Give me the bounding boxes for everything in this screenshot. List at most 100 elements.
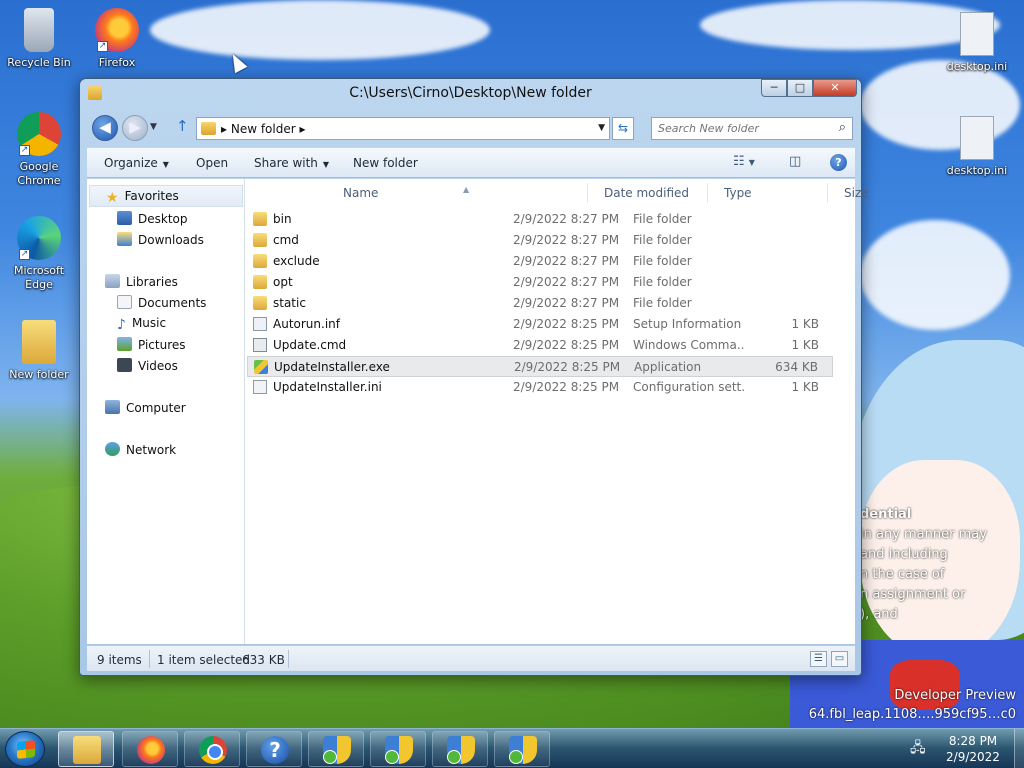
open-button[interactable]: Open	[196, 156, 228, 170]
nav-item-music[interactable]: ♪ Music	[117, 316, 166, 333]
file-row[interactable]: cmd 2/9/2022 8:27 PM File folder	[247, 230, 833, 251]
show-desktop-button[interactable]	[1014, 729, 1024, 768]
desktop-icon-recycle-bin[interactable]: Recycle Bin	[2, 8, 76, 70]
organize-button[interactable]: Organize ▼	[104, 156, 169, 170]
desktop-icon-chrome[interactable]: ↗ Google Chrome	[2, 112, 76, 188]
wallpaper-watermark: dential in any manner may and including …	[860, 507, 987, 622]
taskbar-installer-4[interactable]	[494, 731, 550, 767]
file-row[interactable]: exclude 2/9/2022 8:27 PM File folder	[247, 251, 833, 272]
taskbar-chrome[interactable]	[184, 731, 240, 767]
shield-icon	[447, 736, 475, 764]
file-date: 2/9/2022 8:27 PM	[513, 296, 620, 310]
preview-pane-icon[interactable]: ◫	[789, 154, 801, 169]
file-date: 2/9/2022 8:25 PM	[513, 380, 620, 394]
recycle-bin-icon	[24, 8, 54, 52]
selection-count: 1 item selected	[157, 653, 251, 667]
help-icon[interactable]: ?	[830, 154, 847, 171]
nav-item-downloads[interactable]: Downloads	[117, 232, 204, 247]
file-size: 634 KB	[775, 360, 818, 374]
file-name: opt	[273, 275, 293, 289]
file-row[interactable]: bin 2/9/2022 8:27 PM File folder	[247, 209, 833, 230]
music-icon: ♪	[117, 317, 126, 333]
nav-item-computer[interactable]: Computer	[105, 400, 186, 415]
file-row[interactable]: static 2/9/2022 8:27 PM File folder	[247, 293, 833, 314]
desktop-icon-desktop-ini-2[interactable]: desktop.ini	[940, 116, 1014, 178]
file-date: 2/9/2022 8:25 PM	[513, 317, 620, 331]
file-row[interactable]: Update.cmd 2/9/2022 8:25 PM Windows Comma.…	[247, 335, 833, 356]
explorer-icon	[73, 736, 101, 764]
title-bar[interactable]: C:\Users\Cirno\Desktop\New folder ─ □ ✕	[80, 79, 861, 107]
desktop-icon-edge[interactable]: ↗ Microsoft Edge	[2, 216, 76, 292]
nav-item-desktop[interactable]: Desktop	[117, 211, 188, 226]
taskbar-installer-2[interactable]	[370, 731, 426, 767]
nav-item-videos[interactable]: Videos	[117, 358, 178, 373]
refresh-button[interactable]: ⇆	[612, 117, 634, 140]
file-row[interactable]: UpdateInstaller.exe 2/9/2022 8:25 PM Appli…	[247, 356, 833, 377]
shield-icon	[509, 736, 537, 764]
folder-icon	[253, 254, 267, 268]
file-type: File folder	[633, 233, 692, 247]
details-view-icon[interactable]: ☰	[810, 651, 827, 667]
taskbar-installer-1[interactable]	[308, 731, 364, 767]
new-folder-button[interactable]: New folder	[353, 156, 418, 170]
column-header-type[interactable]: Type	[708, 183, 828, 203]
status-bar: 9 items 1 item selected 633 KB ☰ ▭	[87, 645, 855, 671]
up-arrow-icon[interactable]: ↑	[176, 117, 189, 135]
nav-item-network[interactable]: Network	[105, 442, 176, 457]
file-name: Update.cmd	[273, 338, 347, 352]
close-button[interactable]: ✕	[813, 79, 857, 97]
file-row[interactable]: UpdateInstaller.ini 2/9/2022 8:25 PM Confi…	[247, 377, 833, 398]
forward-button[interactable]: ▶	[122, 115, 148, 141]
start-button[interactable]	[5, 731, 45, 767]
taskbar-installer-3[interactable]	[432, 731, 488, 767]
column-header-name[interactable]: Name ▲	[327, 183, 588, 203]
desktop-icon-new-folder[interactable]: New folder	[2, 320, 76, 382]
folder-icon	[253, 296, 267, 310]
explorer-window[interactable]: C:\Users\Cirno\Desktop\New folder ─ □ ✕ …	[79, 78, 869, 676]
explorer-content: ★ Favorites Desktop Downloads Libraries D…	[87, 179, 869, 644]
nav-item-documents[interactable]: Documents	[117, 295, 206, 310]
help-icon: ?	[261, 736, 289, 764]
taskbar-help[interactable]: ?	[246, 731, 302, 767]
clock[interactable]: 8:28 PM 2/9/2022	[928, 733, 1018, 765]
share-with-button[interactable]: Share with ▼	[254, 156, 329, 170]
search-input[interactable]	[658, 118, 828, 138]
desktop-icon-desktop-ini-1[interactable]: desktop.ini	[940, 12, 1014, 74]
recent-pages-dropdown[interactable]: ▼	[150, 122, 157, 132]
file-list: Name ▲ Date modified Type Size bin 2/9/202…	[247, 179, 869, 644]
back-button[interactable]: ◀	[92, 115, 118, 141]
nav-item-favorites[interactable]: ★ Favorites	[89, 185, 243, 207]
column-header-size[interactable]: Size	[828, 183, 918, 203]
column-header-date[interactable]: Date modified	[588, 183, 708, 203]
chevron-down-icon[interactable]: ▼	[598, 123, 605, 133]
file-name: UpdateInstaller.ini	[273, 380, 382, 394]
navigation-pane: ★ Favorites Desktop Downloads Libraries D…	[87, 179, 245, 644]
search-icon[interactable]: ⌕	[839, 120, 846, 135]
large-icons-view-icon[interactable]: ▭	[831, 651, 848, 667]
file-date: 2/9/2022 8:27 PM	[513, 254, 620, 268]
desktop-icon-firefox[interactable]: ↗ Firefox	[80, 8, 154, 70]
chrome-icon: ↗	[17, 112, 61, 156]
wallpaper-cloud	[860, 220, 1010, 330]
file-type: Application	[634, 360, 702, 374]
nav-item-libraries[interactable]: Libraries	[105, 274, 178, 289]
taskbar-firefox[interactable]	[122, 731, 178, 767]
file-row[interactable]: opt 2/9/2022 8:27 PM File folder	[247, 272, 833, 293]
search-box[interactable]: ⌕	[651, 117, 853, 140]
computer-icon	[105, 400, 120, 414]
documents-icon	[117, 295, 132, 309]
maximize-button[interactable]: □	[787, 79, 813, 97]
change-view-icon[interactable]: ☷ ▼	[733, 154, 755, 169]
videos-icon	[117, 358, 132, 372]
minimize-button[interactable]: ─	[761, 79, 787, 97]
nav-item-pictures[interactable]: Pictures	[117, 337, 186, 352]
star-icon: ★	[106, 190, 119, 206]
settings-file-icon	[253, 380, 267, 394]
windows-logo-icon	[17, 740, 35, 759]
file-row[interactable]: Autorun.inf 2/9/2022 8:25 PM Setup Informa…	[247, 314, 833, 335]
breadcrumb[interactable]: ▸ New folder ▸	[221, 122, 306, 136]
taskbar-explorer[interactable]	[58, 731, 114, 767]
address-bar[interactable]: ▸ New folder ▸ ▼	[196, 117, 610, 140]
shield-icon	[323, 736, 351, 764]
file-type: File folder	[633, 212, 692, 226]
